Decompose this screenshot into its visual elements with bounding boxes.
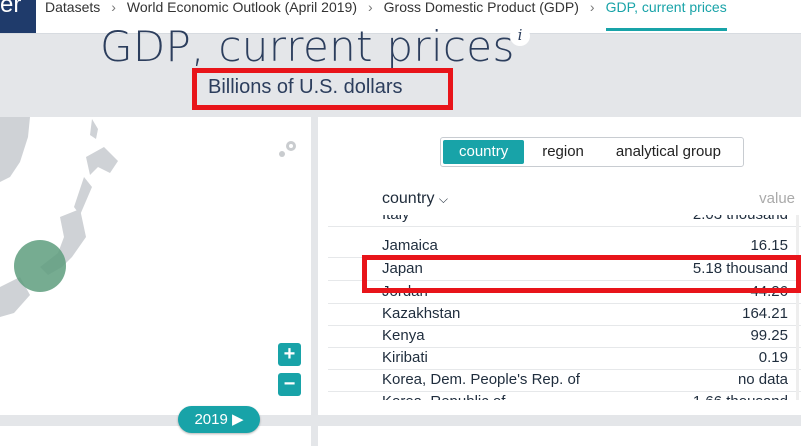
info-icon[interactable]: i	[510, 26, 530, 46]
value-column-header[interactable]: value	[759, 190, 795, 207]
country-value: 99.25	[750, 327, 788, 344]
zoom-out-button[interactable]: −	[278, 373, 301, 396]
map-landmass	[86, 147, 118, 175]
country-value: 16.15	[750, 237, 788, 254]
lower-right-panel	[318, 426, 801, 446]
japan-row-highlight-box	[362, 255, 801, 293]
country-name: Jamaica	[382, 237, 438, 254]
year-play-button[interactable]: 2019 ▶	[178, 406, 260, 433]
tab-country[interactable]: country	[443, 140, 525, 164]
map-panel[interactable]	[0, 117, 311, 415]
list-item[interactable]: Italy 2.03 thousand	[328, 215, 801, 227]
country-name: Kazakhstan	[382, 305, 461, 322]
country-value: 2.03 thousand	[693, 215, 788, 226]
list-item[interactable]: Korea, Dem. People's Rep. of no data	[328, 369, 801, 392]
zoom-in-button[interactable]: +	[278, 343, 301, 366]
list-item[interactable]: Kiribati 0.19	[328, 347, 801, 370]
chevron-right-icon: ›	[111, 0, 116, 15]
subtitle-highlight-box	[192, 68, 453, 110]
list-item[interactable]: Korea, Republic of 1.66 thousand	[328, 391, 801, 400]
breadcrumb-datasets[interactable]: Datasets	[45, 0, 100, 14]
page-title: GDP, current prices	[100, 22, 515, 71]
country-value: 164.21	[742, 305, 788, 322]
settings-gear-icon[interactable]	[276, 138, 300, 162]
map-landmass	[90, 119, 98, 139]
country-value: no data	[737, 371, 788, 388]
country-name: Italy	[382, 215, 410, 226]
lower-left-panel	[0, 426, 311, 446]
country-column-label: country	[382, 190, 435, 207]
map-landmass	[74, 177, 92, 215]
world-map[interactable]	[0, 117, 311, 415]
site-logo[interactable]: er	[0, 0, 36, 33]
breadcrumb-gdp[interactable]: Gross Domestic Product (GDP)	[384, 0, 579, 14]
country-name: Kenya	[382, 327, 425, 344]
country-value: 0.19	[758, 349, 788, 366]
logo-text: er	[0, 0, 22, 18]
year-label: 2019	[194, 411, 228, 428]
country-list[interactable]: Italy2.03 thousand Jamaica16.15 Japan5.1…	[328, 215, 801, 400]
japan-gdp-bubble[interactable]	[14, 240, 66, 292]
list-scrollbar[interactable]	[796, 215, 799, 400]
breadcrumb-current[interactable]: GDP, current prices	[605, 0, 727, 31]
breadcrumb-weo[interactable]: World Economic Outlook (April 2019)	[127, 0, 357, 14]
tab-analytical-group[interactable]: analytical group	[600, 138, 737, 166]
country-value: 1.66 thousand	[693, 391, 788, 400]
country-name: Kiribati	[382, 349, 428, 366]
chevron-right-icon: ›	[589, 0, 595, 15]
list-item[interactable]: Kazakhstan 164.21	[328, 303, 801, 326]
chevron-right-icon: ›	[367, 0, 373, 15]
tab-region[interactable]: region	[526, 138, 600, 166]
country-name: Korea, Republic of	[382, 391, 505, 400]
map-landmass	[0, 117, 30, 182]
chevron-down-icon: ⌵	[438, 192, 449, 206]
list-item[interactable]: Kenya 99.25	[328, 325, 801, 348]
country-name: Korea, Dem. People's Rep. of	[382, 371, 580, 388]
country-column-header[interactable]: country ⌵	[382, 190, 448, 208]
grouping-tabs: country region analytical group	[440, 137, 744, 167]
play-icon: ▶	[232, 411, 244, 428]
